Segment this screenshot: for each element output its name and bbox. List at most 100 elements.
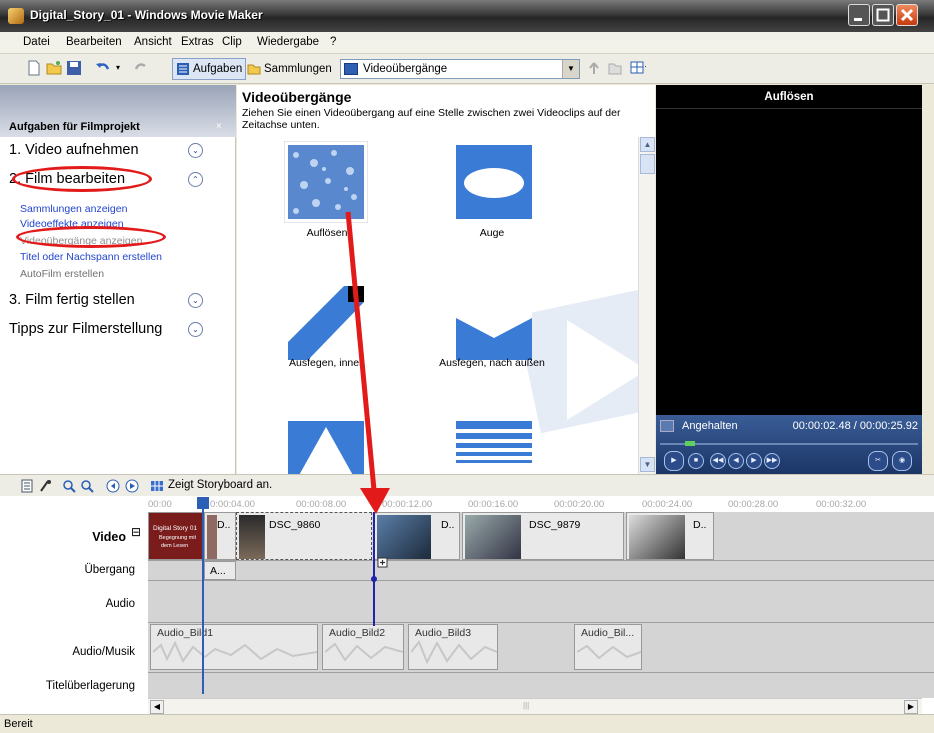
section-video-capture[interactable]: 1. Video aufnehmen bbox=[9, 142, 139, 158]
transition-label-dissolve: Auflösen bbox=[306, 227, 348, 239]
storyboard-icon[interactable] bbox=[150, 479, 164, 493]
new-project-icon[interactable] bbox=[26, 60, 42, 76]
zoom-out-icon[interactable] bbox=[80, 479, 94, 493]
tasks-button[interactable]: Aufgaben bbox=[172, 58, 247, 80]
split-button[interactable]: ✂ bbox=[868, 451, 888, 471]
collapse-icon[interactable]: ⊟ bbox=[131, 525, 141, 539]
scroll-down-icon[interactable]: ▼ bbox=[640, 457, 655, 472]
transitions-scrollbar[interactable]: ▲ ▼ bbox=[638, 137, 655, 474]
link-show-collections[interactable]: Sammlungen anzeigen bbox=[20, 203, 127, 215]
preview-monitor: Auflösen Angehalten 00:00:02.48 / 00:00:… bbox=[656, 85, 922, 474]
new-collection-icon bbox=[608, 63, 622, 75]
play-button[interactable]: ▶ bbox=[664, 451, 684, 471]
section-tips[interactable]: Tipps zur Filmerstellung bbox=[9, 321, 162, 337]
storyboard-toggle-icon[interactable] bbox=[20, 479, 34, 493]
preview-title: Auflösen bbox=[656, 85, 922, 109]
movie-maker-app-icon bbox=[8, 8, 24, 24]
video-clip-title[interactable]: Digital Story 01 Begegnung mit dem Lesen bbox=[148, 512, 204, 560]
save-icon[interactable] bbox=[66, 60, 82, 76]
timeline-scrollbar[interactable]: ◀ ||| ▶ bbox=[148, 698, 922, 714]
scroll-right-icon[interactable]: ▶ bbox=[904, 700, 918, 714]
previous-frame-button[interactable]: ◀◀ bbox=[710, 453, 726, 469]
tasks-icon bbox=[177, 63, 189, 75]
link-create-titles[interactable]: Titel oder Nachspann erstellen bbox=[20, 251, 162, 263]
close-icon bbox=[900, 8, 914, 22]
clip-name: D.. bbox=[693, 519, 707, 531]
lane-divider bbox=[148, 622, 934, 623]
next-frame-button[interactable]: ▶▶ bbox=[764, 453, 780, 469]
transition-sweep-out-thumbnail[interactable] bbox=[452, 282, 536, 364]
audio-clip-bild4[interactable]: Audio_Bil... bbox=[574, 624, 642, 670]
transition-sweep-in-thumbnail[interactable] bbox=[284, 282, 368, 364]
red-highlight-ellipse bbox=[12, 166, 152, 192]
player-controls: Angehalten 00:00:02.48 / 00:00:25.92 ▶ ■… bbox=[656, 415, 922, 474]
play-timeline-icon[interactable] bbox=[125, 479, 139, 493]
collections-combo[interactable]: Videoübergänge ▼ bbox=[340, 59, 580, 79]
menu-wiedergabe[interactable]: Wiedergabe bbox=[257, 36, 319, 48]
stop-button[interactable]: ■ bbox=[688, 453, 704, 469]
tasks-label: Aufgaben bbox=[193, 63, 243, 75]
timeline-tracks[interactable]: Digital Story 01 Begegnung mit dem Lesen… bbox=[148, 512, 934, 698]
ruler-tick: 0:00:04.00 bbox=[210, 499, 255, 510]
forward-button[interactable]: ▶ bbox=[746, 453, 762, 469]
rewind-button[interactable]: ◀ bbox=[728, 453, 744, 469]
close-button[interactable] bbox=[896, 4, 918, 26]
seek-bar[interactable] bbox=[660, 443, 918, 445]
scroll-up-icon[interactable]: ▲ bbox=[640, 137, 655, 152]
view-options-icon[interactable] bbox=[630, 60, 646, 76]
section-finish-movie[interactable]: 3. Film fertig stellen bbox=[9, 292, 135, 308]
microphone-narrate-icon[interactable] bbox=[38, 479, 52, 493]
chevron-down-icon[interactable]: ⌄ bbox=[188, 143, 203, 158]
link-create-automovie[interactable]: AutoFilm erstellen bbox=[20, 268, 104, 280]
audio-clip-bild3[interactable]: Audio_Bild3 bbox=[408, 624, 498, 670]
title-clip-text: dem Lesen bbox=[161, 543, 189, 549]
audio-clip-bild1[interactable]: Audio_Bild1 bbox=[150, 624, 318, 670]
menu-clip[interactable]: Clip bbox=[222, 36, 242, 48]
collections-button[interactable]: Sammlungen bbox=[244, 58, 335, 80]
video-clip-dsc-9879[interactable]: DSC_9879 bbox=[462, 512, 624, 560]
scroll-left-icon[interactable]: ◀ bbox=[150, 700, 164, 714]
video-clip[interactable]: D.. bbox=[626, 512, 714, 560]
close-icon[interactable]: × bbox=[216, 121, 222, 132]
track-label-audio: Audio bbox=[105, 598, 135, 610]
menu-extras[interactable]: Extras bbox=[181, 36, 214, 48]
ruler-tick: 00:00:08.00 bbox=[296, 499, 347, 510]
chevron-up-icon[interactable]: ⌃ bbox=[188, 172, 203, 187]
rewind-timeline-icon[interactable] bbox=[106, 479, 120, 493]
undo-dropdown-icon[interactable]: ▾ bbox=[116, 63, 132, 79]
transition-dissolve-thumbnail[interactable] bbox=[284, 141, 368, 223]
scrollbar-thumb[interactable] bbox=[640, 154, 655, 174]
collections-folder-icon bbox=[247, 64, 261, 75]
undo-icon[interactable] bbox=[95, 60, 111, 76]
transition-sweep-up-thumbnail[interactable] bbox=[284, 417, 368, 474]
open-folder-icon[interactable] bbox=[46, 60, 62, 76]
maximize-button[interactable] bbox=[872, 4, 894, 26]
snapshot-camera-icon[interactable]: ◉ bbox=[892, 451, 912, 471]
playback-time: 00:00:02.48 / 00:00:25.92 bbox=[792, 420, 918, 432]
transition-eye-thumbnail[interactable] bbox=[452, 141, 536, 223]
minimize-button[interactable] bbox=[848, 4, 870, 26]
combo-value: Videoübergänge bbox=[363, 63, 448, 75]
zoom-in-icon[interactable] bbox=[62, 479, 76, 493]
menu-ansicht[interactable]: Ansicht bbox=[134, 36, 172, 48]
transitions-pane: Videoübergänge Ziehen Sie einen Videoübe… bbox=[237, 85, 655, 474]
video-clip-dsc-9860[interactable]: DSC_9860 bbox=[236, 512, 372, 560]
menu-datei[interactable]: Datei bbox=[23, 36, 50, 48]
transition-bars-thumbnail[interactable] bbox=[452, 417, 536, 474]
chevron-down-icon[interactable]: ⌄ bbox=[188, 322, 203, 337]
storyboard-label[interactable]: Zeigt Storyboard an. bbox=[168, 479, 272, 491]
video-clip[interactable]: D.. bbox=[374, 512, 460, 560]
scrollbar-grip[interactable]: ||| bbox=[523, 701, 529, 710]
menu-bearbeiten[interactable]: Bearbeiten bbox=[66, 36, 122, 48]
audio-clip-bild2[interactable]: Audio_Bild2 bbox=[322, 624, 404, 670]
transition-clip[interactable]: A... bbox=[204, 561, 236, 580]
chevron-down-icon[interactable]: ⌄ bbox=[188, 293, 203, 308]
video-clip[interactable]: D.. bbox=[204, 512, 236, 560]
chevron-down-icon[interactable]: ▼ bbox=[562, 60, 579, 78]
track-label-audio-music: Audio/Musik bbox=[72, 646, 135, 658]
menu-help[interactable]: ? bbox=[330, 36, 336, 48]
task-pane: Aufgaben für Filmprojekt × 1. Video aufn… bbox=[0, 85, 236, 474]
time-ruler[interactable]: 00:00 0:00:04.00 00:00:08.00 00:00:12.00… bbox=[148, 496, 934, 512]
seek-thumb[interactable] bbox=[684, 441, 695, 446]
content-title: Videoübergänge bbox=[242, 89, 352, 105]
